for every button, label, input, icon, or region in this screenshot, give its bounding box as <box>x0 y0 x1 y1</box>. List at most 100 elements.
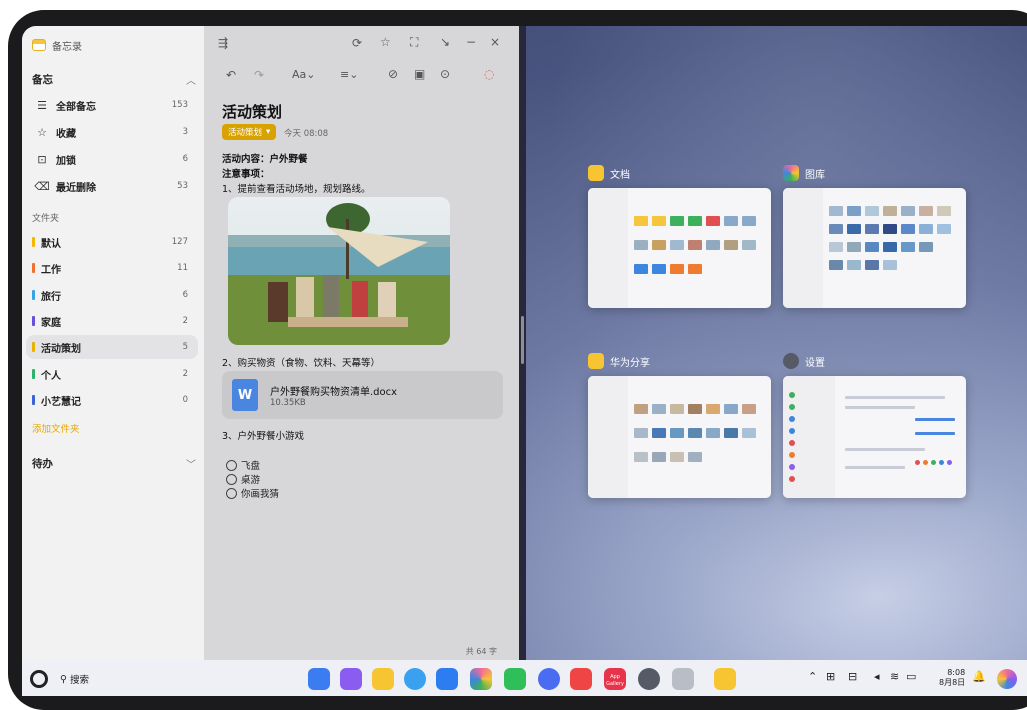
collapse-notes-icon[interactable]: ︿ <box>186 72 196 87</box>
minimize-icon[interactable]: − <box>466 35 476 49</box>
reminder-icon[interactable]: ⟳ <box>352 36 362 50</box>
appgallery-icon[interactable]: App Gallery <box>604 668 626 690</box>
sidebar-toggle-icon[interactable]: ⇶ <box>218 36 228 50</box>
attachment-name: 户外野餐购买物资清单.docx <box>270 387 398 398</box>
minimize-window-icon[interactable]: ↘ <box>440 35 450 49</box>
messages-icon[interactable] <box>504 668 526 690</box>
appgallery-label: App Gallery <box>606 674 624 687</box>
insert-image-icon[interactable]: ▣ <box>414 67 425 81</box>
clock-time: 8:08 <box>947 668 966 677</box>
recent-window-label[interactable]: 文档 <box>588 165 630 181</box>
paragraph-format-icon[interactable]: ≡⌄ <box>340 68 358 81</box>
thumbnail-sidebar <box>588 376 628 498</box>
books-icon[interactable] <box>570 668 592 690</box>
note-line[interactable]: 1、提前查看活动场地，规划路线。 <box>222 181 371 195</box>
battery-icon[interactable]: ▭ <box>906 670 916 683</box>
sidebar-item-locked[interactable]: ⊡ 加锁 6 <box>26 147 198 171</box>
redo-icon[interactable]: ↷ <box>254 68 264 82</box>
folder-count: 127 <box>171 237 188 247</box>
add-folder-button[interactable]: 添加文件夹 <box>32 421 80 435</box>
sidebar-item-recently-deleted[interactable]: ⌫ 最近删除 53 <box>26 174 198 198</box>
clock[interactable]: 8:08 8月8日 <box>939 668 965 688</box>
folder-count: 5 <box>182 342 188 352</box>
sidebar-item-label: 最近删除 <box>56 182 96 194</box>
section-todo-title[interactable]: 待办 <box>32 456 53 471</box>
checklist-item[interactable]: 你画我猜 <box>226 486 279 500</box>
folder-event-planning[interactable]: 活动策划 5 <box>26 335 198 359</box>
sidebar-item-count: 6 <box>182 154 188 164</box>
gallery-window-thumbnail[interactable] <box>783 188 966 308</box>
favorite-star-icon[interactable]: ☆ <box>380 35 391 49</box>
folder-default[interactable]: 默认 127 <box>26 230 198 254</box>
recent-window-label[interactable]: 设置 <box>783 353 825 369</box>
folder-work[interactable]: 工作 11 <box>26 256 198 280</box>
lock-icon: ⊡ <box>37 152 47 166</box>
fullscreen-icon[interactable]: ⛶ <box>410 35 418 50</box>
gallery-app-icon <box>783 165 799 181</box>
folder-color-bar <box>32 342 35 352</box>
folder-personal[interactable]: 个人 2 <box>26 362 198 386</box>
trash-icon: ⌫ <box>34 179 50 193</box>
note-title[interactable]: 活动策划 <box>222 101 282 122</box>
sidebar-item-all-notes[interactable]: ☰ 全部备忘 153 <box>26 93 198 117</box>
volume-icon[interactable]: ◂ <box>874 670 880 683</box>
split-drag-handle[interactable] <box>521 316 524 364</box>
note-line[interactable]: 活动内容：户外野餐 <box>222 151 308 165</box>
app-grid-icon[interactable] <box>308 668 330 690</box>
window-name: 文档 <box>610 169 630 181</box>
search-button[interactable]: ⚲ 搜索 <box>60 672 89 687</box>
checkbox[interactable] <box>226 473 237 485</box>
expand-todo-icon[interactable]: ﹀ <box>186 456 196 471</box>
close-icon[interactable]: × <box>490 35 500 49</box>
gallery-icon[interactable] <box>470 668 492 690</box>
notes-icon[interactable] <box>714 668 736 690</box>
note-line[interactable]: 2、购买物资（食物、饮料、天幕等） <box>222 355 380 369</box>
more-icon[interactable]: ⊙ <box>440 67 450 81</box>
folder-label: 活动策划 <box>41 343 81 355</box>
checkbox[interactable] <box>226 487 237 499</box>
checklist-icon[interactable]: ⊘ <box>388 67 398 81</box>
picnic-photo[interactable] <box>228 197 450 345</box>
assistant-icon[interactable] <box>997 669 1017 689</box>
settings-window-thumbnail[interactable] <box>783 376 966 498</box>
app-header: 备忘录 <box>32 36 82 54</box>
docs-window-thumbnail[interactable] <box>588 188 771 308</box>
share-window-thumbnail[interactable] <box>588 376 771 498</box>
attachment-card[interactable]: W 户外野餐购买物资清单.docx 10.35KB <box>222 371 503 419</box>
recent-window-label[interactable]: 华为分享 <box>588 353 650 369</box>
clipboard-icon[interactable]: ⊟ <box>848 670 857 683</box>
folder-travel[interactable]: 旅行 6 <box>26 283 198 307</box>
trash-icon[interactable] <box>672 668 694 690</box>
sidebar-item-count: 53 <box>177 181 188 191</box>
recent-window-label[interactable]: 图库 <box>783 165 825 181</box>
folder-count: 2 <box>182 369 188 379</box>
multi-window-icon[interactable] <box>340 668 362 690</box>
sidebar-item-label: 收藏 <box>56 128 76 140</box>
star-icon: ☆ <box>37 125 47 139</box>
folder-family[interactable]: 家庭 2 <box>26 309 198 333</box>
wifi-icon[interactable]: ≋ <box>890 670 899 683</box>
note-line[interactable]: 3、户外野餐小游戏 <box>222 428 304 442</box>
music-icon[interactable] <box>538 668 560 690</box>
notification-bell-icon[interactable]: 🔔 <box>972 670 986 683</box>
folder-xiaoyi-notes[interactable]: 小艺慧记 0 <box>26 388 198 412</box>
note-folder-tag[interactable]: 活动策划 ▾ <box>222 124 277 140</box>
sidebar-item-favorites[interactable]: ☆ 收藏 3 <box>26 120 198 144</box>
font-style-icon[interactable]: Aa⌄ <box>292 68 315 81</box>
files-icon[interactable] <box>372 668 394 690</box>
undo-icon[interactable]: ↶ <box>226 68 236 82</box>
settings-icon[interactable] <box>638 668 660 690</box>
chevron-up-icon[interactable]: ⌃ <box>808 670 817 683</box>
input-method-icon[interactable]: ⊞ <box>826 670 835 683</box>
checklist-item[interactable]: 桌游 <box>226 472 260 486</box>
checkbox[interactable] <box>226 459 237 471</box>
note-line[interactable]: 注意事项： <box>222 166 270 180</box>
folder-label: 工作 <box>41 264 61 276</box>
checklist-item[interactable]: 飞盘 <box>226 458 260 472</box>
home-button[interactable] <box>30 670 48 688</box>
window-name: 图库 <box>805 169 825 181</box>
browser-icon[interactable] <box>404 668 426 690</box>
mail-icon[interactable] <box>436 668 458 690</box>
ai-assistant-icon[interactable]: ◌ <box>484 67 494 81</box>
folder-color-bar <box>32 395 35 405</box>
